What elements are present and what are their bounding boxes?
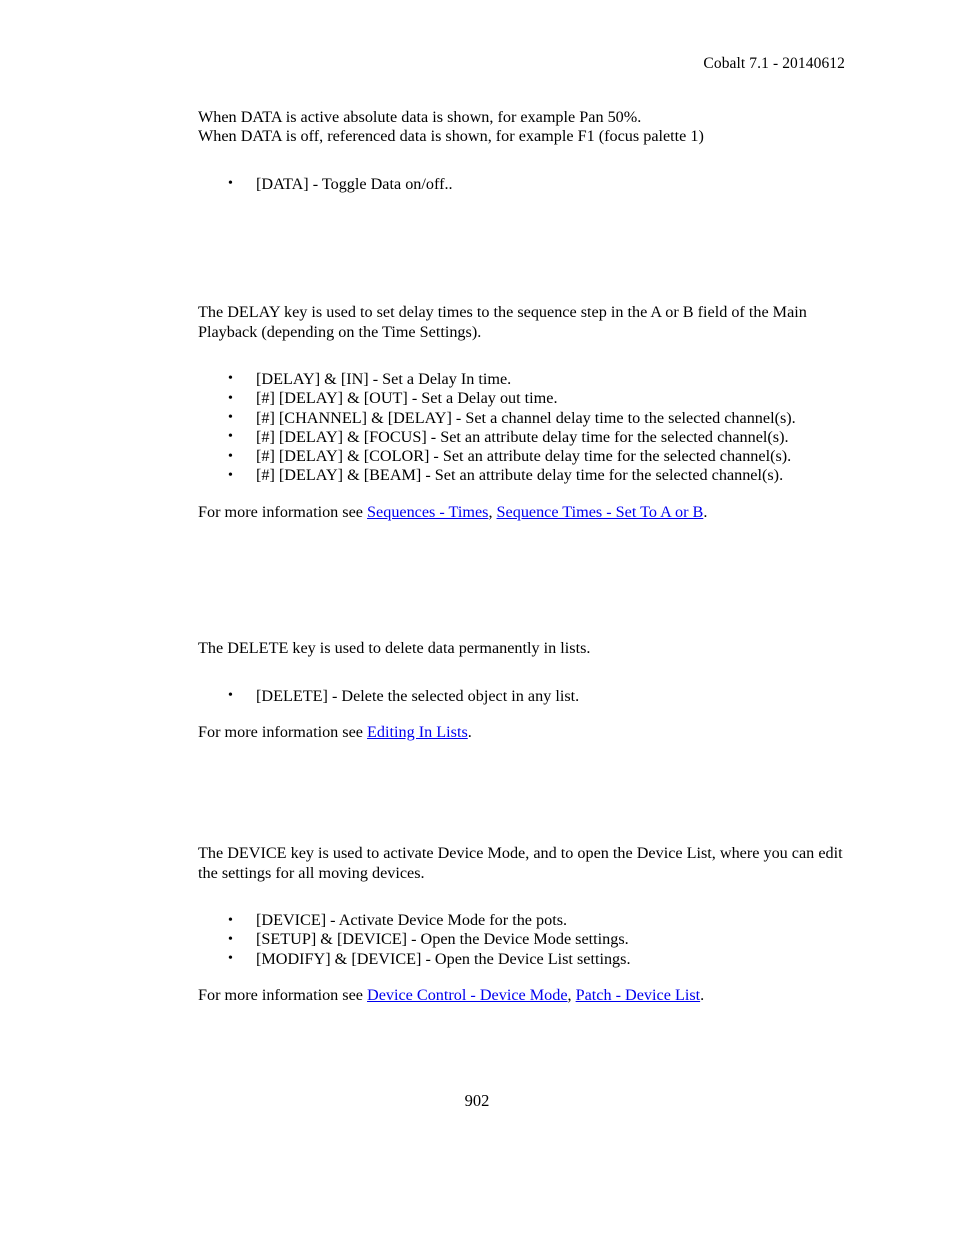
paragraph-line: the settings for all moving devices. (198, 863, 425, 882)
list-item: [#] [CHANNEL] & [DELAY] - Set a channel … (198, 408, 858, 428)
section-data: DATA When DATA is active absolute data i… (198, 108, 858, 194)
list-item: [#] [DELAY] & [BEAM] - Set an attribute … (198, 466, 858, 486)
section-delete: DELETE The DELETE key is used to delete … (198, 639, 858, 742)
document-page: Cobalt 7.1 - 20140612 DATA When DATA is … (0, 0, 954, 1235)
see-also-separator: . (703, 502, 708, 521)
see-also-separator: , (567, 985, 576, 1004)
list-item: [#] [DELAY] & [FOCUS] - Set an attribute… (198, 427, 858, 447)
section-delay: DELAY The DELAY key is used to set delay… (198, 303, 858, 522)
see-also-separator: , (488, 502, 497, 521)
bullet-list-device: [DEVICE] - Activate Device Mode for the … (198, 911, 858, 969)
see-also-delete: For more information see Editing In List… (198, 723, 858, 742)
paragraph-line: The DELETE key is used to delete data pe… (198, 639, 591, 658)
paragraph-line: The DEVICE key is used to activate Devic… (198, 844, 843, 863)
list-item: [DATA] - Toggle Data on/off.. (198, 174, 858, 194)
bullet-list-delete: [DELETE] - Delete the selected object in… (198, 686, 858, 706)
see-also-lead-in: For more information see (198, 985, 368, 1004)
see-also-separator: . (467, 722, 472, 741)
see-also-lead-in: For more information see (198, 722, 368, 741)
xref-link-editing-in-lists[interactable]: Editing In Lists (367, 723, 468, 741)
paragraph-line: When DATA is off, referenced data is sho… (198, 127, 704, 146)
list-item: [#] [DELAY] & [COLOR] - Set an attribute… (198, 447, 858, 467)
list-item: [#] [DELAY] & [OUT] - Set a Delay out ti… (198, 389, 858, 409)
xref-link-sequences-times[interactable]: Sequences - Times (367, 503, 488, 521)
list-item: [DELAY] & [IN] - Set a Delay In time. (198, 369, 858, 389)
paragraph-line: Playback (depending on the Time Settings… (198, 322, 482, 341)
list-item: [DEVICE] - Activate Device Mode for the … (198, 911, 858, 931)
xref-link-device-control-device-mode[interactable]: Device Control - Device Mode (367, 986, 567, 1004)
page-content: DATA When DATA is active absolute data i… (198, 108, 858, 1005)
see-also-delay: For more information see Sequences - Tim… (198, 503, 858, 522)
paragraph-line: The DELAY key is used to set delay times… (198, 303, 807, 322)
section-device: DEVICE The DEVICE key is used to activat… (198, 844, 858, 1005)
bullet-list-data: [DATA] - Toggle Data on/off.. (198, 174, 858, 194)
see-also-device: For more information see Device Control … (198, 986, 858, 1005)
paragraph-line: When DATA is active absolute data is sho… (198, 108, 642, 126)
xref-link-sequence-times-set-to-a-or-b[interactable]: Sequence Times - Set To A or B (497, 503, 704, 521)
list-item: [DELETE] - Delete the selected object in… (198, 686, 858, 706)
list-item: [SETUP] & [DEVICE] - Open the Device Mod… (198, 930, 858, 950)
list-item: [MODIFY] & [DEVICE] - Open the Device Li… (198, 949, 858, 969)
page-number: 902 (464, 1091, 490, 1110)
xref-link-patch-device-list[interactable]: Patch - Device List (576, 986, 701, 1004)
running-header: Cobalt 7.1 - 20140612 (703, 55, 845, 72)
see-also-separator: . (700, 985, 705, 1004)
bullet-list-delay: [DELAY] & [IN] - Set a Delay In time. [#… (198, 369, 858, 486)
see-also-lead-in: For more information see (198, 502, 368, 521)
